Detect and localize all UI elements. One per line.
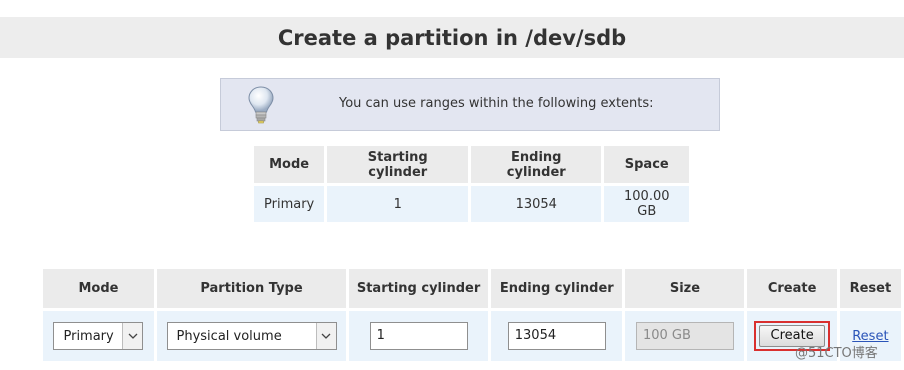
partition-type-cell: Physical volume [156,311,347,361]
extents-cell-space: 100.00 GB [604,186,690,222]
create-partition-table: Mode Partition Type Starting cylinder En… [40,266,904,364]
chevron-down-icon[interactable] [122,323,143,349]
create-header-size: Size [625,269,745,308]
create-header-create: Create [747,269,837,308]
lightbulb-icon [248,86,274,124]
size-input: 100 GB [635,322,734,350]
partition-type-select[interactable]: Physical volume [166,322,337,350]
extents-header-space: Space [604,146,690,183]
create-header-reset: Reset [839,269,901,308]
page-title: Create a partition in /dev/sdb [277,25,627,50]
partition-type-select-value: Physical volume [176,328,282,344]
mode-select-value: Primary [63,328,114,344]
size-cell: 100 GB [625,311,745,361]
table-row: Primary Physical volume 1 13054 100 GB C… [43,311,901,361]
create-header-mode: Mode [43,269,154,308]
extents-cell-mode: Primary [254,186,325,222]
starting-cylinder-cell: 1 [349,311,489,361]
extents-header-row: Mode Starting cylinder Ending cylinder S… [254,146,690,183]
create-header-partition-type: Partition Type [156,269,347,308]
title-bar: Create a partition in /dev/sdb [0,17,904,58]
starting-cylinder-input[interactable]: 1 [369,322,468,350]
table-row: Primary 1 13054 100.00 GB [254,186,690,222]
extents-cell-starting-cylinder: 1 [327,186,469,222]
mode-select[interactable]: Primary [53,322,144,350]
extents-header-mode: Mode [254,146,325,183]
extents-table: Mode Starting cylinder Ending cylinder S… [251,143,692,225]
chevron-down-icon[interactable] [315,323,336,349]
ending-cylinder-input[interactable]: 13054 [507,322,606,350]
ending-cylinder-cell: 13054 [491,311,623,361]
create-header-starting-cylinder: Starting cylinder [349,269,489,308]
info-text: You can use ranges within the following … [339,96,654,111]
extents-header-starting-cylinder: Starting cylinder [327,146,469,183]
create-header-row: Mode Partition Type Starting cylinder En… [43,269,901,308]
extents-header-ending-cylinder: Ending cylinder [471,146,602,183]
watermark: @51CTO博客 [795,346,878,361]
mode-cell: Primary [43,311,154,361]
extents-cell-ending-cylinder: 13054 [471,186,602,222]
info-box: You can use ranges within the following … [220,78,720,131]
create-header-ending-cylinder: Ending cylinder [491,269,623,308]
